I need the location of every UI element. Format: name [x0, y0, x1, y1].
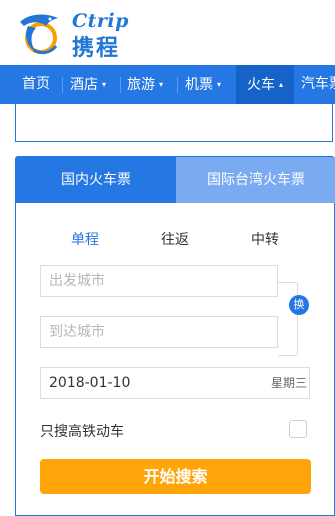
- train-search-panel: 国内火车票 国际台湾火车票 单程 往返 中转 出发城市 到达城市 换 2018-…: [15, 156, 335, 516]
- nav-item-label: 酒店: [70, 77, 98, 93]
- nav-item-trains[interactable]: 火车 ▴: [236, 65, 294, 104]
- high-speed-only-checkbox[interactable]: [289, 420, 307, 438]
- nav-item-label: 机票: [185, 77, 213, 93]
- nav-divider: [177, 77, 178, 93]
- date-value: 2018-01-10: [49, 375, 131, 391]
- high-speed-only-label: 只搜高铁动车: [40, 424, 124, 440]
- nav-item-label: 汽车票: [301, 76, 335, 92]
- caret-down-icon: ▾: [159, 80, 164, 89]
- nav-item-travel[interactable]: 旅游 ▾: [127, 65, 163, 104]
- dolphin-logo-icon: [20, 14, 58, 55]
- caret-up-icon: ▴: [278, 80, 283, 89]
- nav-item-label: 首页: [22, 76, 50, 92]
- tab-domestic-trains[interactable]: 国内火车票: [16, 157, 176, 203]
- caret-down-icon: ▾: [217, 80, 222, 89]
- trip-type-round-trip[interactable]: 往返: [161, 229, 189, 249]
- swap-bracket: [278, 282, 298, 356]
- nav-item-label: 火车: [246, 77, 275, 93]
- arrival-city-input[interactable]: 到达城市: [40, 316, 278, 348]
- nav-item-label: 旅游: [127, 77, 155, 93]
- tab-international-trains[interactable]: 国际台湾火车票: [176, 157, 335, 203]
- nav-divider: [120, 77, 121, 93]
- ctrip-logo[interactable]: Ctrip 携程: [14, 6, 138, 61]
- caret-down-icon: ▾: [102, 80, 107, 89]
- brand-name-en: Ctrip: [72, 10, 129, 32]
- departure-date-field[interactable]: 2018-01-10 星期三: [40, 367, 310, 399]
- swap-cities-button[interactable]: 换: [289, 295, 309, 315]
- trip-type-transfer[interactable]: 中转: [251, 229, 279, 249]
- trip-type-one-way[interactable]: 单程: [71, 229, 99, 249]
- dropdown-box-bottom: [15, 104, 333, 142]
- brand-name-cn: 携程: [72, 36, 121, 61]
- nav-item-flights[interactable]: 机票 ▾: [185, 65, 221, 104]
- date-weekday: 星期三: [270, 376, 307, 390]
- start-search-button[interactable]: 开始搜索: [40, 459, 311, 494]
- nav-item-hotel[interactable]: 酒店 ▾: [70, 65, 106, 104]
- nav-item-bus[interactable]: 汽车票: [301, 65, 335, 104]
- header: Ctrip 携程: [0, 0, 335, 64]
- nav-divider: [62, 77, 63, 93]
- departure-city-input[interactable]: 出发城市: [40, 265, 278, 297]
- main-nav: 首页 酒店 ▾ 旅游 ▾ 机票 ▾ 火车▴ 汽车票: [0, 65, 335, 104]
- nav-item-home[interactable]: 首页: [22, 65, 50, 104]
